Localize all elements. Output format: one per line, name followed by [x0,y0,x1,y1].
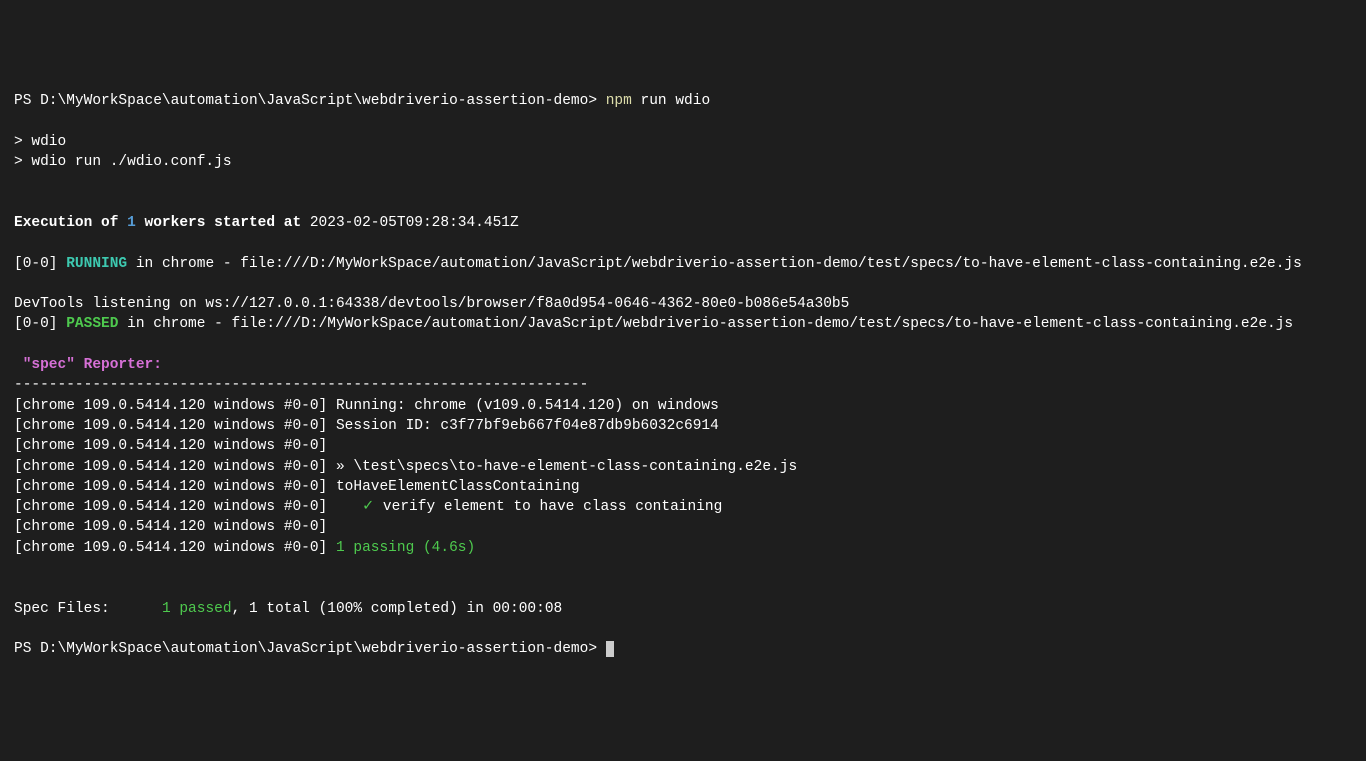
chrome-prefix-8: [chrome 109.0.5414.120 windows #0-0] [14,540,327,556]
passed-prefix: [0-0] [14,316,66,332]
spec-quote: "spec" [14,357,75,373]
execution-timestamp: 2023-02-05T09:28:34.451Z [301,215,519,231]
terminal-output[interactable]: PS D:\MyWorkSpace\automation\JavaScript\… [14,91,1352,659]
command-args: run wdio [632,93,710,109]
execution-prefix: Execution of [14,215,127,231]
running-status: RUNNING [66,256,127,272]
cursor-icon [606,641,614,657]
passed-suffix: in chrome - file:///D:/MyWorkSpace/autom… [118,316,1293,332]
chrome-prefix-1: [chrome 109.0.5414.120 windows #0-0] [14,398,327,414]
chrome-line-2: Session ID: c3f77bf9eb667f04e87db9b6032c… [327,418,719,434]
passed-status: PASSED [66,316,118,332]
chrome-prefix-7: [chrome 109.0.5414.120 windows #0-0] [14,519,327,535]
running-suffix: in chrome - file:///D:/MyWorkSpace/autom… [127,256,1302,272]
summary-passed: 1 passed [162,601,232,617]
chrome-line-4: » \test\specs\to-have-element-class-cont… [327,459,797,475]
check-icon: ✓ [327,499,374,515]
running-prefix: [0-0] [14,256,66,272]
ps-prompt2-suffix: > [588,641,605,657]
devtools-line: DevTools listening on ws://127.0.0.1:643… [14,296,849,312]
summary-spacing [110,601,162,617]
ps-prompt-prefix: PS [14,93,40,109]
ps-prompt-path: D:\MyWorkSpace\automation\JavaScript\web… [40,93,588,109]
ps-prompt-suffix: > [588,93,605,109]
divider: ----------------------------------------… [14,377,588,393]
script-line-2: > wdio run ./wdio.conf.js [14,154,232,170]
summary-label: Spec Files: [14,601,110,617]
execution-mid: workers started at [136,215,301,231]
ps-prompt2-path: D:\MyWorkSpace\automation\JavaScript\web… [40,641,588,657]
summary-rest: , 1 total (100% completed) in 00:00:08 [232,601,563,617]
command-npm: npm [606,93,632,109]
chrome-prefix-5: [chrome 109.0.5414.120 windows #0-0] [14,479,327,495]
chrome-line-1: Running: chrome (v109.0.5414.120) on win… [327,398,719,414]
chrome-prefix-4: [chrome 109.0.5414.120 windows #0-0] [14,459,327,475]
chrome-prefix-3: [chrome 109.0.5414.120 windows #0-0] [14,438,327,454]
execution-workers: 1 [127,215,136,231]
chrome-line-8: 1 passing (4.6s) [327,540,475,556]
chrome-line-5: toHaveElementClassContaining [327,479,579,495]
chrome-line-6: verify element to have class containing [374,499,722,515]
reporter-label: Reporter: [75,357,162,373]
chrome-prefix-2: [chrome 109.0.5414.120 windows #0-0] [14,418,327,434]
script-line-1: > wdio [14,134,66,150]
chrome-prefix-6: [chrome 109.0.5414.120 windows #0-0] [14,499,327,515]
ps-prompt2-prefix: PS [14,641,40,657]
